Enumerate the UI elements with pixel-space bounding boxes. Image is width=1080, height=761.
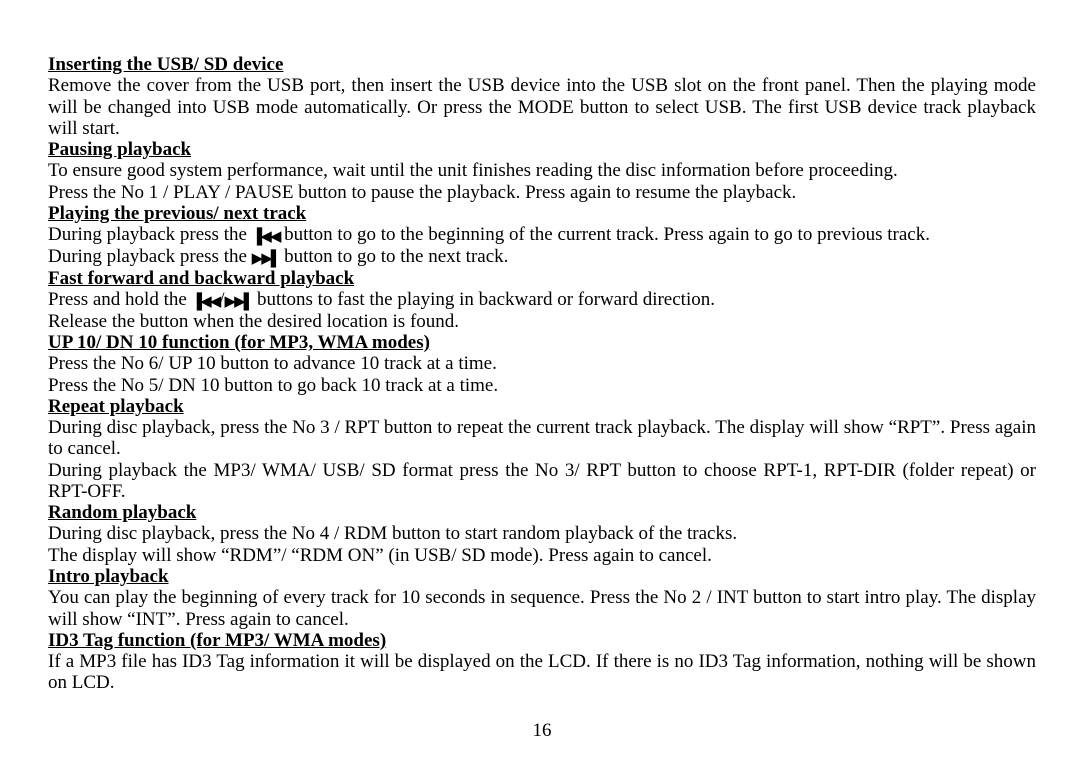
para-up10-1: Press the No 6/ UP 10 button to advance …	[48, 353, 1036, 374]
heading-up10: UP 10/ DN 10 function (for MP3, WMA mode…	[48, 332, 1036, 353]
text-fragment: button to go to the beginning of the cur…	[279, 224, 930, 245]
para-up10-2: Press the No 5/ DN 10 button to go back …	[48, 375, 1036, 396]
text-fragment: button to go to the next track.	[279, 246, 508, 267]
heading-id3: ID3 Tag function (for MP3/ WMA modes)	[48, 630, 1036, 651]
para-random-1: During disc playback, press the No 4 / R…	[48, 523, 1036, 544]
heading-repeat: Repeat playback	[48, 396, 1036, 417]
para-random-2: The display will show “RDM”/ “RDM ON” (i…	[48, 545, 1036, 566]
heading-prev-next: Playing the previous/ next track	[48, 203, 1036, 224]
para-id3-1: If a MP3 file has ID3 Tag information it…	[48, 651, 1036, 694]
para-insert-usb: Remove the cover from the USB port, then…	[48, 75, 1036, 139]
heading-random: Random playback	[48, 502, 1036, 523]
para-next-track: During playback press the ▶▶▌ button to …	[48, 246, 1036, 268]
para-ffwd-2: Release the button when the desired loca…	[48, 311, 1036, 332]
para-pausing-2: Press the No 1 / PLAY / PAUSE button to …	[48, 182, 1036, 203]
prev-track-icon: ▐◀◀	[252, 229, 280, 246]
heading-insert-usb: Inserting the USB/ SD device	[48, 54, 1036, 75]
page-number: 16	[48, 720, 1036, 741]
text-fragment: During playback press the	[48, 224, 252, 245]
prev-track-icon: ▐◀◀	[192, 294, 220, 311]
text-fragment: Press and hold the	[48, 289, 192, 310]
text-fragment: buttons to fast the playing in backward …	[252, 289, 715, 310]
text-fragment: During playback press the	[48, 246, 252, 267]
heading-intro: Intro playback	[48, 566, 1036, 587]
para-prev-track: During playback press the ▐◀◀ button to …	[48, 224, 1036, 246]
para-pausing-1: To ensure good system performance, wait …	[48, 160, 1036, 181]
para-ffwd-1: Press and hold the ▐◀◀/▶▶▌ buttons to fa…	[48, 289, 1036, 311]
heading-pausing: Pausing playback	[48, 139, 1036, 160]
para-repeat-2: During playback the MP3/ WMA/ USB/ SD fo…	[48, 460, 1036, 503]
manual-page: Inserting the USB/ SD device Remove the …	[0, 0, 1080, 761]
para-intro-1: You can play the beginning of every trac…	[48, 587, 1036, 630]
next-track-icon: ▶▶▌	[225, 294, 253, 311]
heading-ffwd: Fast forward and backward playback	[48, 268, 1036, 289]
next-track-icon: ▶▶▌	[252, 251, 280, 268]
para-repeat-1: During disc playback, press the No 3 / R…	[48, 417, 1036, 460]
